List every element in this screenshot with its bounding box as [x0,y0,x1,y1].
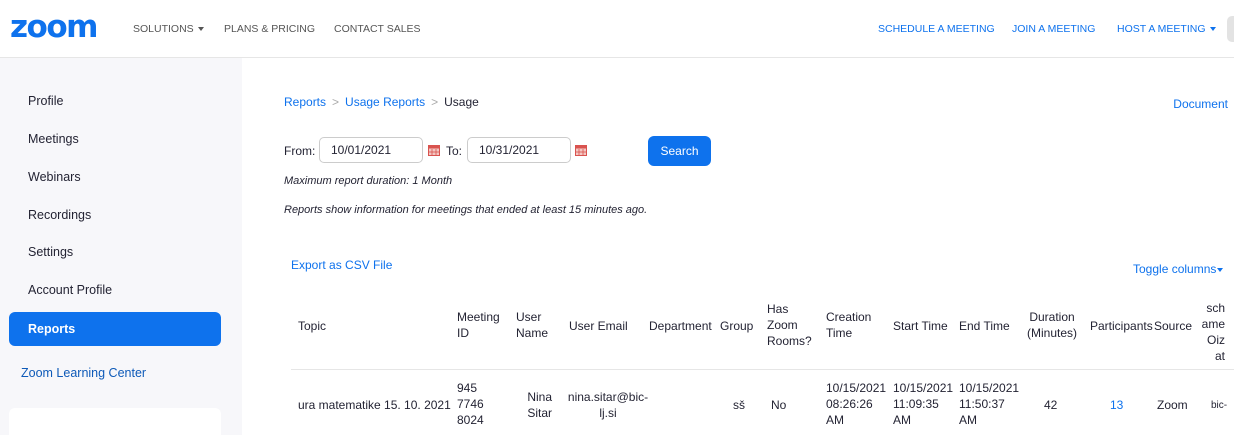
nav-join-meeting[interactable]: JOIN A MEETING [1012,22,1095,36]
cell-participants-link[interactable]: 13 [1110,397,1123,413]
sidebar-item-profile[interactable]: Profile [9,84,221,118]
report-info-note: Reports show information for meetings th… [284,204,648,216]
cell-line: Sitar [527,406,552,420]
cell-end-time: 10/15/2021 11:50:37 AM [959,380,1019,428]
sidebar-item-webinars[interactable]: Webinars [9,160,221,194]
cell-topic: ura matematike 15. 10. 2021 [298,398,451,412]
column-header-participants[interactable]: Participants [1090,318,1153,334]
breadcrumb-separator: > [332,95,340,109]
breadcrumb-separator: > [431,95,439,109]
calendar-icon[interactable] [428,144,440,156]
nav-plans-pricing[interactable]: PLANS & PRICING [224,22,315,36]
cell-user-name: Nina Sitar [522,389,552,421]
nav-host-meeting[interactable]: HOST A MEETING [1117,22,1216,36]
column-header-end-time[interactable]: End Time [959,318,1010,334]
cell-user-email: nina.sitar@bic- lj.si [560,389,656,421]
nav-solutions[interactable]: SOLUTIONS [133,22,204,36]
column-header-group[interactable]: Group [720,318,753,334]
cell-line: Nina [527,390,552,404]
cell-group: sš [733,398,745,412]
cell-creation-time: 10/15/2021 08:26:26 AM [826,380,886,428]
column-header-schema-org[interactable]: schameOizat [1201,300,1225,364]
column-header-user-email[interactable]: User Email [569,318,628,334]
document-link[interactable]: Document [1173,97,1228,111]
column-header-meeting-id[interactable]: Meeting ID [457,309,503,341]
cell-line: 10/15/2021 [893,381,954,395]
max-duration-note: Maximum report duration: 1 Month [284,175,453,187]
cell-schema-org: bic- [1211,400,1228,411]
cell-line: AM [959,413,977,427]
to-label: To: [446,144,463,158]
cell-line: AM [826,413,844,427]
table-divider [291,369,1234,370]
zoom-logo[interactable]: zoom [10,10,98,44]
to-date-input[interactable]: 10/31/2021 [467,137,571,163]
column-header-topic[interactable]: Topic [298,318,326,334]
breadcrumb-usage-reports[interactable]: Usage Reports [345,95,425,109]
toggle-columns-label: Toggle columns [1133,262,1217,276]
column-header-department[interactable]: Department [649,318,712,334]
cell-line: 08:26:26 [826,397,873,411]
caret-down-icon [197,27,204,32]
cell-line: 11:50:37 [959,397,1005,411]
column-header-start-time[interactable]: Start Time [893,318,948,334]
column-header-duration[interactable]: Duration (Minutes) [1023,309,1081,341]
learning-center-link[interactable]: Zoom Learning Center [21,366,146,380]
cell-has-zoom-rooms: No [771,398,787,412]
breadcrumb-current: Usage [444,95,479,109]
search-button[interactable]: Search [648,136,711,166]
caret-down-icon [1217,267,1224,272]
cell-line: 8024 [457,413,484,427]
sidebar-item-settings[interactable]: Settings [9,235,221,269]
from-label: From: [284,144,316,158]
column-header-source[interactable]: Source [1154,318,1192,334]
cell-source: Zoom [1157,398,1188,412]
cell-line: lj.si [599,406,617,420]
breadcrumb: Reports > Usage Reports > Usage [284,95,479,109]
cell-line: 10/15/2021 [959,381,1020,395]
nav-host-meeting-label: HOST A MEETING [1117,23,1206,35]
from-date-input[interactable]: 10/01/2021 [319,137,423,163]
cell-duration: 42 [1044,398,1058,412]
breadcrumb-reports[interactable]: Reports [284,95,326,109]
column-header-user-name[interactable]: User Name [516,309,552,341]
column-header-has-zoom-rooms[interactable]: Has Zoom Rooms? [767,301,817,349]
caret-down-icon [1209,27,1216,32]
sidebar-item-meetings[interactable]: Meetings [9,122,221,156]
cell-meeting-id: 945 7746 8024 [457,380,484,428]
cell-start-time: 10/15/2021 11:09:35 AM [893,380,953,428]
avatar[interactable] [1227,16,1234,42]
cell-line: 7746 [457,397,484,411]
sidebar-item-recordings[interactable]: Recordings [9,198,221,232]
nav-schedule-meeting[interactable]: SCHEDULE A MEETING [878,22,995,36]
calendar-icon[interactable] [575,144,587,156]
cell-line: 945 [457,381,478,395]
nav-contact-sales[interactable]: CONTACT SALES [334,22,421,36]
nav-solutions-label: SOLUTIONS [133,23,194,35]
column-header-creation-time[interactable]: Creation Time [826,309,880,341]
sidebar-item-reports[interactable]: Reports [9,312,221,346]
top-navigation: zoom SOLUTIONS PLANS & PRICING CONTACT S… [0,0,1234,58]
learning-center-card [9,408,221,448]
toggle-columns-link[interactable]: Toggle columns [1133,262,1224,276]
cell-line: nina.sitar@bic- [567,390,649,404]
sidebar-item-account-profile[interactable]: Account Profile [9,273,221,307]
cell-line: AM [893,413,911,427]
cell-line: 11:09:35 [893,397,939,411]
export-csv-link[interactable]: Export as CSV File [291,258,392,272]
cell-line: 10/15/2021 [826,381,887,395]
